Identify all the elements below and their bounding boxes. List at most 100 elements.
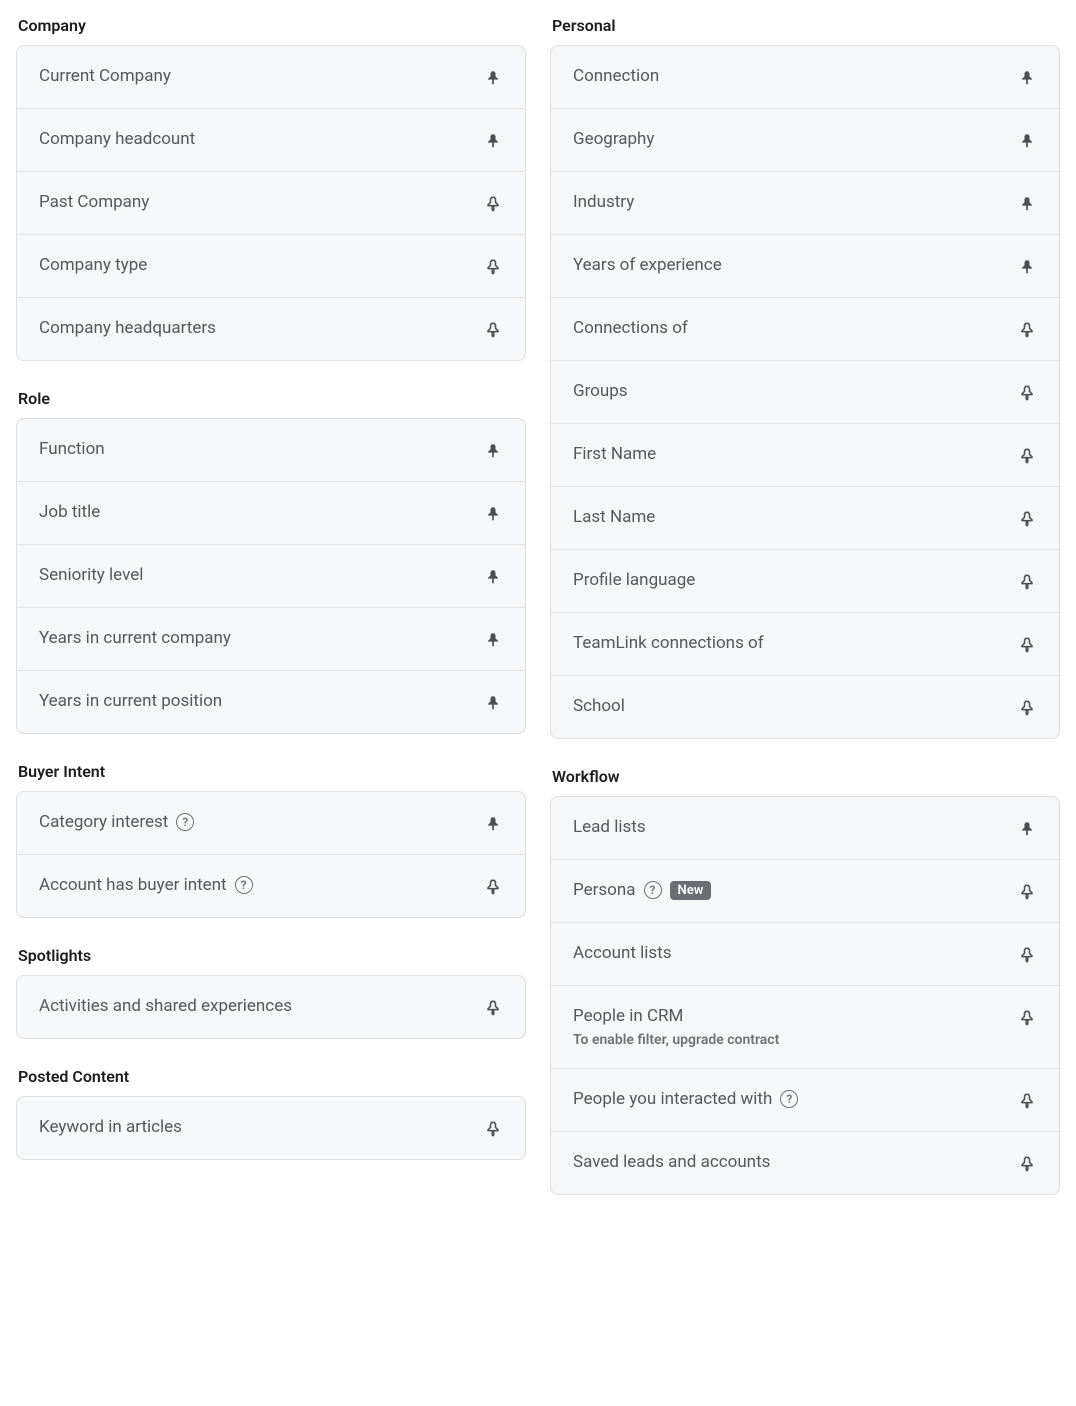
pin-outline-icon[interactable] <box>1017 698 1037 718</box>
filter-card: Lead lists Persona? New Account lists People… <box>550 796 1060 1195</box>
row-label-line: Connection <box>573 66 659 86</box>
row-label-line: Function <box>39 439 105 459</box>
row-label-line: Activities and shared experiences <box>39 996 292 1016</box>
filter-row-past-company[interactable]: Past Company <box>17 172 525 235</box>
pin-filled-icon[interactable] <box>483 814 503 834</box>
filter-label: Years of experience <box>573 255 722 275</box>
filter-row-connections-of[interactable]: Connections of <box>551 298 1059 361</box>
pin-filled-icon[interactable] <box>483 567 503 587</box>
pin-outline-icon[interactable] <box>483 194 503 214</box>
filter-row-profile-language[interactable]: Profile language <box>551 550 1059 613</box>
pin-outline-icon[interactable] <box>483 257 503 277</box>
pin-outline-icon[interactable] <box>1017 882 1037 902</box>
pin-outline-icon[interactable] <box>1017 635 1037 655</box>
filter-column: CompanyCurrent CompanyCompany headcountP… <box>16 16 526 1223</box>
filter-row-company-headcount[interactable]: Company headcount <box>17 109 525 172</box>
pin-filled-icon[interactable] <box>1017 131 1037 151</box>
pin-filled-icon[interactable] <box>1017 819 1037 839</box>
row-left: Years of experience <box>573 255 722 275</box>
filter-column: PersonalConnectionGeographyIndustryYears… <box>550 16 1060 1223</box>
filter-row-industry[interactable]: Industry <box>551 172 1059 235</box>
filter-label: Years in current position <box>39 691 222 711</box>
row-label-line: Current Company <box>39 66 171 86</box>
filter-row-company-type[interactable]: Company type <box>17 235 525 298</box>
row-left: Function <box>39 439 105 459</box>
filter-row-current-company[interactable]: Current Company <box>17 46 525 109</box>
filter-row-function[interactable]: Function <box>17 419 525 482</box>
pin-filled-icon[interactable] <box>483 630 503 650</box>
pin-filled-icon[interactable] <box>1017 194 1037 214</box>
filter-row-people-in-crm[interactable]: People in CRMTo enable filter, upgrade c… <box>551 986 1059 1069</box>
row-left: Years in current company <box>39 628 231 648</box>
pin-filled-icon[interactable] <box>483 131 503 151</box>
row-left: Last Name <box>573 507 655 527</box>
filter-row-lead-lists[interactable]: Lead lists <box>551 797 1059 860</box>
help-icon[interactable]: ? <box>235 876 253 894</box>
pin-outline-icon[interactable] <box>483 1119 503 1139</box>
row-left: Past Company <box>39 192 149 212</box>
row-left: Company type <box>39 255 147 275</box>
filter-row-saved-leads-and-accounts[interactable]: Saved leads and accounts <box>551 1132 1059 1194</box>
pin-outline-icon[interactable] <box>1017 1091 1037 1111</box>
filter-label: Activities and shared experiences <box>39 996 292 1016</box>
filter-label: Account lists <box>573 943 672 963</box>
pin-outline-icon[interactable] <box>1017 572 1037 592</box>
filter-row-groups[interactable]: Groups <box>551 361 1059 424</box>
filter-row-geography[interactable]: Geography <box>551 109 1059 172</box>
pin-outline-icon[interactable] <box>1017 509 1037 529</box>
row-label-line: Job title <box>39 502 100 522</box>
filter-row-years-in-current-position[interactable]: Years in current position <box>17 671 525 733</box>
filter-row-people-you-interacted-with[interactable]: People you interacted with? <box>551 1069 1059 1132</box>
pin-outline-icon[interactable] <box>1017 383 1037 403</box>
pin-filled-icon[interactable] <box>483 693 503 713</box>
pin-outline-icon[interactable] <box>1017 320 1037 340</box>
filter-label: Job title <box>39 502 100 522</box>
help-icon[interactable]: ? <box>176 813 194 831</box>
filter-row-job-title[interactable]: Job title <box>17 482 525 545</box>
pin-filled-icon[interactable] <box>1017 68 1037 88</box>
filter-label: Profile language <box>573 570 695 590</box>
row-left: Lead lists <box>573 817 646 837</box>
filter-row-keyword-in-articles[interactable]: Keyword in articles <box>17 1097 525 1159</box>
filter-label: Current Company <box>39 66 171 86</box>
new-badge: New <box>670 881 712 900</box>
row-left: First Name <box>573 444 656 464</box>
row-label-line: TeamLink connections of <box>573 633 764 653</box>
pin-outline-icon[interactable] <box>1017 1154 1037 1174</box>
pin-filled-icon[interactable] <box>483 68 503 88</box>
help-icon[interactable]: ? <box>644 881 662 899</box>
pin-outline-icon[interactable] <box>1017 446 1037 466</box>
filter-label: Lead lists <box>573 817 646 837</box>
filter-row-category-interest[interactable]: Category interest? <box>17 792 525 855</box>
filter-label: Seniority level <box>39 565 143 585</box>
filter-label: Persona <box>573 880 636 900</box>
filter-row-seniority-level[interactable]: Seniority level <box>17 545 525 608</box>
filter-row-school[interactable]: School <box>551 676 1059 738</box>
filter-row-account-lists[interactable]: Account lists <box>551 923 1059 986</box>
filter-card: Connection GeographyIndustry Years of expe… <box>550 45 1060 739</box>
filter-row-persona[interactable]: Persona? New <box>551 860 1059 923</box>
pin-filled-icon[interactable] <box>483 504 503 524</box>
help-icon[interactable]: ? <box>780 1090 798 1108</box>
pin-outline-icon[interactable] <box>1017 945 1037 965</box>
filter-row-years-of-experience[interactable]: Years of experience <box>551 235 1059 298</box>
pin-outline-icon[interactable] <box>483 877 503 897</box>
row-label-line: Company headquarters <box>39 318 216 338</box>
section-title: Buyer Intent <box>16 762 526 781</box>
pin-outline-icon[interactable] <box>1017 1008 1037 1028</box>
filter-row-company-headquarters[interactable]: Company headquarters <box>17 298 525 360</box>
filter-row-account-has-buyer-intent[interactable]: Account has buyer intent? <box>17 855 525 917</box>
row-left: Saved leads and accounts <box>573 1152 770 1172</box>
pin-outline-icon[interactable] <box>483 320 503 340</box>
filter-label: Keyword in articles <box>39 1117 182 1137</box>
filter-row-connection[interactable]: Connection <box>551 46 1059 109</box>
filter-row-first-name[interactable]: First Name <box>551 424 1059 487</box>
filter-row-activities-and-shared-experiences[interactable]: Activities and shared experiences <box>17 976 525 1038</box>
filter-row-years-in-current-company[interactable]: Years in current company <box>17 608 525 671</box>
row-label-line: Past Company <box>39 192 149 212</box>
pin-filled-icon[interactable] <box>483 441 503 461</box>
filter-row-teamlink-connections-of[interactable]: TeamLink connections of <box>551 613 1059 676</box>
filter-row-last-name[interactable]: Last Name <box>551 487 1059 550</box>
pin-outline-icon[interactable] <box>483 998 503 1018</box>
pin-filled-icon[interactable] <box>1017 257 1037 277</box>
